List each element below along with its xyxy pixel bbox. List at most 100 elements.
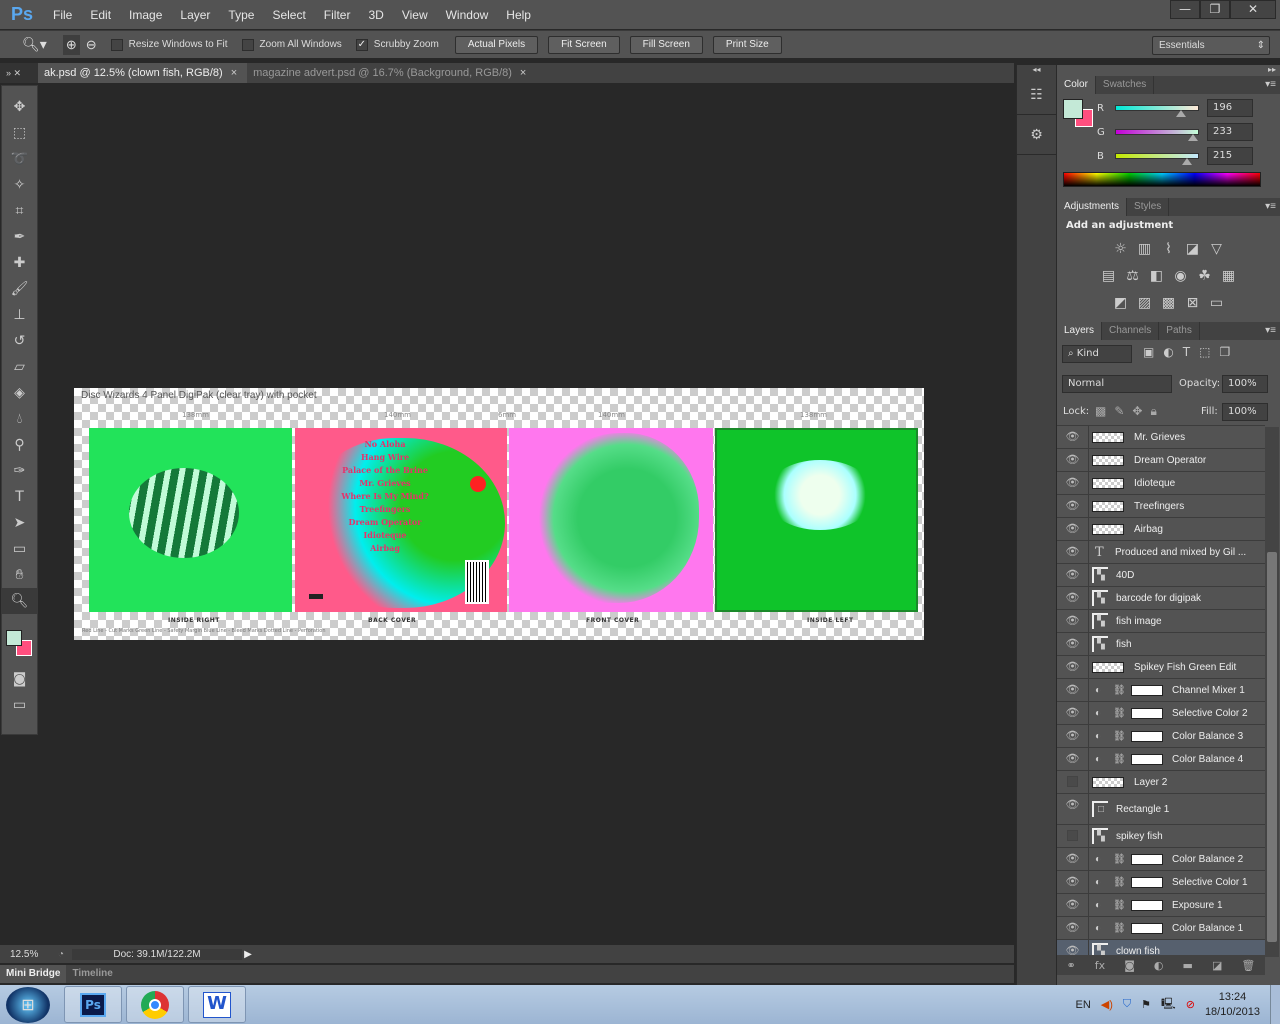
marquee-tool[interactable]: ⬚ [2,120,37,146]
zoom-in-icon[interactable]: ⊕ [62,34,80,55]
visibility-eye-icon[interactable]: 👁︎ [1057,794,1089,824]
type-tool[interactable]: T [2,484,37,510]
close-tab-icon[interactable]: × [520,67,526,79]
visibility-eye-icon[interactable]: 👁︎ [1057,871,1089,893]
properties-panel-icon[interactable]: ⚙ [1017,115,1056,155]
vibrance-icon[interactable]: ▽ [1208,241,1226,257]
quick-mask-button[interactable]: ◙ [2,666,37,692]
pen-tool[interactable]: ✑ [2,458,37,484]
move-tool[interactable]: ✥ [2,94,37,120]
language-indicator[interactable]: EN [1076,999,1091,1011]
visibility-eye-icon[interactable]: 👁︎ [1057,656,1089,678]
brush-tool[interactable]: 🖌︎ [2,276,37,302]
actual-pixels-button[interactable]: Actual Pixels [454,35,539,54]
layer-row[interactable]: 👁︎ ◐ ⛓ Color Balance 3 [1057,725,1265,748]
layer-row[interactable]: 👁︎ ◐ ⛓ Color Balance 1 [1057,917,1265,940]
visibility-eye-icon[interactable]: 👁︎ [1057,848,1089,870]
tab-timeline[interactable]: Timeline [66,965,118,983]
layer-row[interactable]: 👁︎ □ Rectangle 1 [1057,794,1265,825]
tab-styles[interactable]: Styles [1127,198,1170,216]
visibility-eye-icon[interactable]: 👁︎ [1057,541,1089,563]
new-group-icon[interactable]: ▬ [1183,959,1193,972]
selective-color-icon[interactable]: ⊠ [1184,295,1202,311]
menu-type[interactable]: Type [219,8,263,22]
layer-row[interactable]: Layer 2 [1057,771,1265,794]
curves-icon[interactable]: ⌇ [1160,241,1178,257]
new-adjustment-icon[interactable]: ◐ [1154,959,1164,972]
hue-saturation-icon[interactable]: ▤ [1100,268,1118,284]
visibility-eye-icon[interactable]: 👁︎ [1057,702,1089,724]
visibility-eye-icon[interactable]: 👁︎ [1057,679,1089,701]
foreground-color-swatch[interactable] [1063,99,1083,119]
layer-row[interactable]: 👁︎ ▚ clown fish [1057,940,1265,955]
taskbar-word[interactable]: W [188,986,246,1023]
visibility-eye-icon[interactable]: 👁︎ [1057,495,1089,517]
channel-g-slider[interactable] [1115,129,1199,141]
status-menu-arrow-icon[interactable]: ▶ [242,949,254,960]
foreground-color[interactable] [6,630,22,646]
layer-row[interactable]: 👁︎ Airbag [1057,518,1265,541]
resize-windows-checkbox[interactable]: Resize Windows to Fit [110,38,228,51]
filter-kind-select[interactable]: ⌕ Kind [1062,345,1132,363]
fit-screen-button[interactable]: Fit Screen [548,35,620,54]
slider-handle[interactable] [1187,134,1198,141]
close-button[interactable]: ✕ [1230,0,1276,19]
tab-swatches[interactable]: Swatches [1096,76,1155,94]
blend-mode-select[interactable]: Normal [1062,375,1172,393]
channel-b-slider[interactable] [1115,153,1199,165]
channel-g-input[interactable]: 233 [1207,123,1253,141]
show-desktop-button[interactable] [1270,985,1280,1024]
visibility-eye-icon[interactable]: 👁︎ [1057,917,1089,939]
fill-screen-button[interactable]: Fill Screen [629,35,703,54]
layer-row[interactable]: 👁︎ ◐ ⛓ Selective Color 1 [1057,871,1265,894]
minimize-button[interactable]: — [1170,0,1200,19]
visibility-eye-icon[interactable]: 👁︎ [1057,894,1089,916]
close-tab-icon[interactable]: × [231,67,237,79]
zoom-tool[interactable]: 🔍︎ [2,588,37,614]
lasso-tool[interactable]: ➰ [2,146,37,172]
channel-r-slider[interactable] [1115,105,1199,117]
history-brush-tool[interactable]: ↺ [2,328,37,354]
layer-row[interactable]: 👁︎ Spikey Fish Green Edit [1057,656,1265,679]
workspace-select[interactable]: Essentials ⇕ [1152,36,1270,55]
visibility-toggle[interactable] [1057,771,1089,793]
menu-image[interactable]: Image [120,8,171,22]
visibility-eye-icon[interactable]: 👁︎ [1057,633,1089,655]
channel-r-input[interactable]: 196 [1207,99,1253,117]
exposure-icon[interactable]: ◪ [1184,241,1202,257]
print-size-button[interactable]: Print Size [712,35,782,54]
visibility-eye-icon[interactable]: 👁︎ [1057,426,1089,448]
menu-select[interactable]: Select [263,8,314,22]
channel-mixer-icon[interactable]: ☘ [1196,268,1214,284]
menu-3d[interactable]: 3D [359,8,392,22]
brightness-icon[interactable]: ☼ [1112,241,1130,257]
layer-row[interactable]: 👁︎ ◐ ⛓ Color Balance 2 [1057,848,1265,871]
tab-paths[interactable]: Paths [1159,322,1200,340]
photo-filter-icon[interactable]: ◉ [1172,268,1190,284]
lock-icons[interactable]: ▩✎✥🔒︎ [1095,404,1165,419]
network-icon[interactable]: 🖳︎ [1161,995,1176,1014]
security-icon[interactable]: ⛉ [1123,998,1131,1011]
history-panel-icon[interactable]: ☷ [1017,75,1056,115]
panel-menu-icon[interactable]: ▾≡ [1265,76,1280,94]
layer-row[interactable]: 👁︎ ◐ ⛓ Channel Mixer 1 [1057,679,1265,702]
tab-document-2[interactable]: magazine advert.psd @ 16.7% (Background,… [247,63,536,83]
menu-edit[interactable]: Edit [81,8,120,22]
tab-channels[interactable]: Channels [1102,322,1160,340]
layer-row[interactable]: 👁︎ ▚ 40D [1057,564,1265,587]
layer-row[interactable]: 👁︎ ▚ fish [1057,633,1265,656]
screen-mode-button[interactable]: ▭ [2,692,37,718]
posterize-icon[interactable]: ▨ [1136,295,1154,311]
visibility-eye-icon[interactable]: 👁︎ [1057,449,1089,471]
tab-adjustments[interactable]: Adjustments [1057,198,1128,216]
collapse-tools-icon[interactable]: » ✕ [0,63,38,83]
status-info-icon[interactable]: ◔ [50,949,72,960]
new-layer-icon[interactable]: ◪ [1212,959,1222,972]
visibility-eye-icon[interactable]: 👁︎ [1057,564,1089,586]
taskbar-chrome[interactable] [126,986,184,1023]
dodge-tool[interactable]: ⚲ [2,432,37,458]
add-mask-icon[interactable]: ◙ [1124,959,1135,972]
panel-menu-icon[interactable]: ▾≡ [1265,198,1280,216]
link-layers-icon[interactable]: ⚭ [1067,959,1076,972]
menu-layer[interactable]: Layer [171,8,219,22]
